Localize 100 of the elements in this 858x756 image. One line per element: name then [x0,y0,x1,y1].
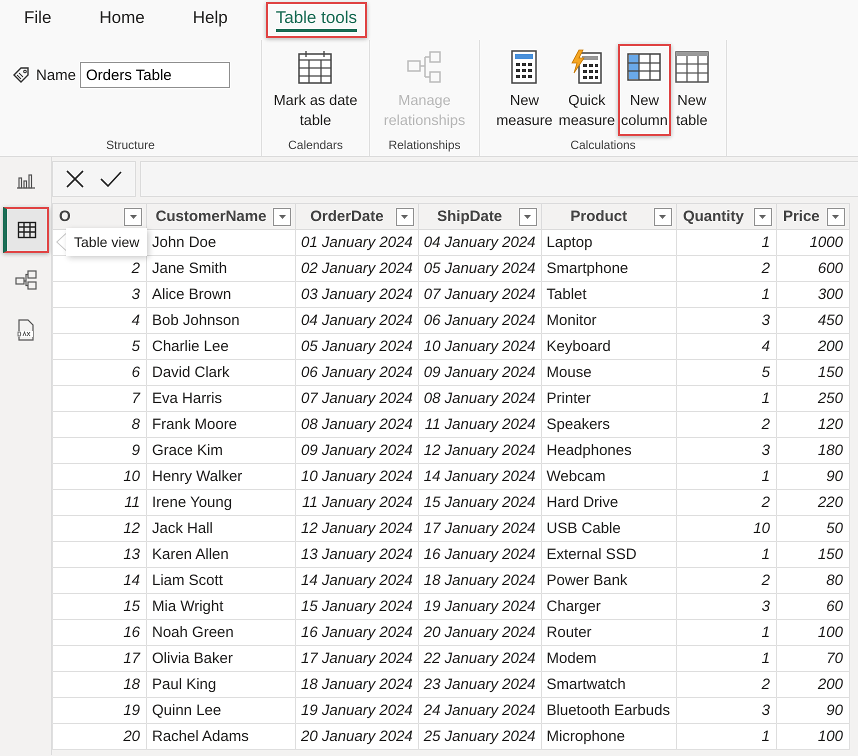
table-icon [16,220,36,240]
table-cell: 80 [826,572,843,589]
table-cell: Liam Scott [152,572,223,589]
table-cell: 16 January 2024 [424,546,536,563]
table-cell: 24 January 2024 [424,702,536,719]
caret-icon [130,214,136,218]
menu-tab[interactable]: File [14,2,62,38]
group-title: Relationships [387,138,462,154]
filter-button[interactable] [124,208,142,226]
table-cell: 11 January 2024 [302,494,413,511]
filter-button[interactable] [754,208,772,226]
table-cell: Bluetooth Earbuds [546,702,670,719]
table-cell: 15 January 2024 [424,494,536,511]
name-field[interactable]: Orders Table [80,62,230,88]
table-cell: 1 [762,468,770,485]
caret-icon [659,214,666,218]
table-cell: 8 [132,416,140,433]
table-cell: 250 [818,390,843,407]
table-cell: 20 January 2024 [424,624,536,641]
ribbon-button[interactable]: Mark as date table [270,44,360,136]
table-cell: David Clark [152,364,230,381]
table-cell: Eva Harris [152,390,222,407]
table-cell: Speakers [546,416,610,433]
table-cell: 08 January 2024 [424,390,536,407]
table-cell: 20 January 2024 [301,728,413,745]
table-cell: 13 [123,546,140,563]
table-cell: 04 January 2024 [301,312,413,329]
table-cell: Olivia Baker [152,650,233,667]
ribbon-button[interactable]: New measure [493,44,556,136]
table-cell: 22 January 2024 [424,650,536,667]
menu-tab[interactable]: Table tools [266,2,368,38]
filter-button[interactable] [654,208,672,226]
filter-button[interactable] [396,208,414,226]
table-cell: Paul King [152,676,216,693]
filter-button[interactable] [826,208,845,226]
table-cell: 1 [762,390,770,407]
table-cell: 150 [818,546,843,563]
table-cell: 14 [123,572,140,589]
table-cell: 200 [818,676,843,693]
table-cell: Charlie Lee [152,338,229,355]
table-cell: Smartphone [546,260,628,277]
table-cell: 150 [818,364,843,381]
menu-tab[interactable]: Help [182,2,238,38]
table-cell: Printer [546,390,591,407]
caret-icon [832,214,840,218]
column-header[interactable]: O [59,208,71,225]
table-cell: 16 January 2024 [301,624,413,641]
table-cell: Monitor [546,312,597,329]
table-cell: 450 [818,312,843,329]
table-cell: Jane Smith [152,260,228,277]
table-cell: 100 [818,624,843,641]
formula-field[interactable] [140,161,858,197]
table-cell: Noah Green [152,624,234,641]
table-cell: 12 January 2024 [424,442,536,459]
relationships-icon [406,49,442,85]
table-cell: Henry Walker [152,468,242,485]
table-cell: 11 January 2024 [424,416,536,433]
table-cell: 2 [762,416,770,433]
table-cell: Mouse [546,364,592,381]
filter-button[interactable] [518,208,537,226]
table-cell: 3 [762,442,770,459]
table-cell: 14 January 2024 [424,468,536,485]
caret-icon [278,214,286,218]
group-title: Calendars [287,138,344,154]
table-cell: 10 [123,468,140,485]
table-cell: John Doe [152,234,216,251]
table-cell: 17 [123,650,140,667]
sidebar-button[interactable] [2,207,48,253]
table-cell: Headphones [546,442,632,459]
table-cell: 2 [132,260,140,277]
table-cell: 2 [762,572,770,589]
table-cell: 70 [826,650,843,667]
table-cell: 07 January 2024 [301,390,413,407]
table-cell: Karen Allen [152,546,229,563]
menu-tab[interactable]: Home [89,2,155,38]
table-cell: Power Bank [546,572,628,589]
table-cell: 19 [123,702,140,719]
table-cell: Hard Drive [546,494,618,511]
table-cell: Smartwatch [546,676,626,693]
ribbon-button[interactable]: Quick measure [556,44,618,136]
table-cell: 13 January 2024 [301,546,413,563]
table-cell: 05 January 2024 [424,260,536,277]
table-cell: 16 [123,624,140,641]
table-cell: 18 January 2024 [301,676,413,693]
table-cell: 4 [132,312,140,329]
table-cell: 19 January 2024 [301,702,413,719]
ribbon-button[interactable]: New table [670,44,713,136]
table-cell: 3 [762,312,770,329]
table-cell: 10 January 2024 [424,338,536,355]
model-icon [14,270,36,290]
table-cell: 15 [123,598,140,615]
table-cell: 2 [762,676,770,693]
ribbon-button[interactable]: New column [618,44,671,136]
table-cell: 1000 [810,234,843,251]
filter-button[interactable] [273,208,291,226]
table-cell: External SSD [546,546,637,563]
table-cell: 5 [762,364,770,381]
table-cell: 90 [826,702,843,719]
table-cell: 25 January 2024 [424,728,536,745]
table-cell: Microphone [546,728,625,745]
